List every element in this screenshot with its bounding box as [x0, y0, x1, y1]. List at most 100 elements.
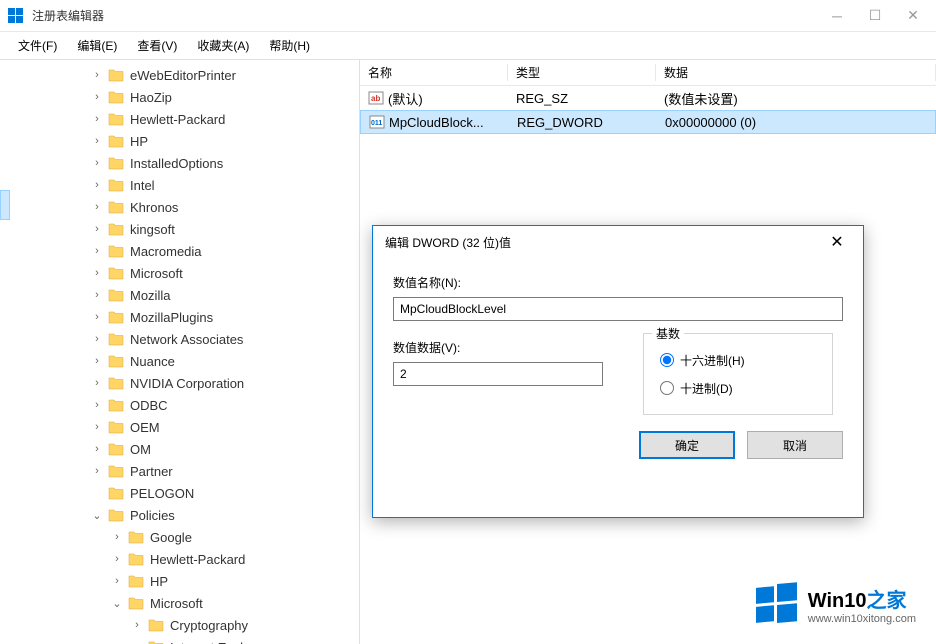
radio-hex-input[interactable] [660, 353, 674, 367]
chevron-icon[interactable]: › [130, 619, 144, 631]
tree-label: Khronos [130, 200, 178, 215]
chevron-icon[interactable]: › [90, 135, 104, 147]
dialog-close-button[interactable]: ✕ [823, 228, 851, 256]
tree-label: OEM [130, 420, 160, 435]
chevron-icon[interactable]: › [90, 311, 104, 323]
chevron-icon[interactable]: › [90, 333, 104, 345]
tree-node[interactable]: › Hewlett-Packard [0, 548, 266, 570]
tree-node[interactable]: ›Partner [0, 460, 266, 482]
tree-label: kingsoft [130, 222, 175, 237]
tree-node[interactable]: › MozillaPlugins [0, 306, 266, 328]
watermark-title: Win10之家 [808, 584, 916, 613]
dialog-titlebar[interactable]: 编辑 DWORD (32 位)值 ✕ [373, 226, 863, 258]
tree-node[interactable]: ›HP [0, 570, 266, 592]
tree-label: Microsoft [150, 596, 203, 611]
tree-node[interactable]: › Network Associates [0, 328, 266, 350]
col-header-type[interactable]: 类型 [508, 64, 656, 81]
tree-node[interactable]: ›Macromedia [0, 240, 266, 262]
tree-node[interactable]: ›Internet Explorer [0, 636, 266, 644]
chevron-icon[interactable]: › [110, 531, 124, 543]
chevron-icon[interactable]: › [90, 399, 104, 411]
minimize-button[interactable]: ─ [830, 9, 844, 23]
tree-label: Network Associates [130, 332, 243, 347]
tree-node[interactable]: ›InstalledOptions [0, 152, 266, 174]
menu-file[interactable]: 文件(F) [8, 33, 67, 58]
col-header-name[interactable]: 名称 [360, 64, 508, 81]
tree-node[interactable]: ⌄ Microsoft [0, 592, 266, 614]
tree-node[interactable]: › Nuance [0, 350, 266, 372]
value-type: REG_DWORD [509, 115, 657, 130]
ok-button[interactable]: 确定 [639, 431, 735, 459]
tree-node[interactable]: › OEM [0, 416, 266, 438]
menu-view[interactable]: 查看(V) [127, 33, 187, 58]
chevron-icon[interactable]: › [90, 267, 104, 279]
tree-label: Microsoft [130, 266, 183, 281]
maximize-button[interactable]: ☐ [868, 9, 882, 23]
tree-node[interactable]: › Google [0, 526, 266, 548]
tree-label: Google [150, 530, 192, 545]
tree-node[interactable]: ›Hewlett-Packard [0, 108, 266, 130]
chevron-icon[interactable]: › [90, 421, 104, 433]
tree-node[interactable]: ›OM [0, 438, 266, 460]
chevron-icon[interactable]: › [90, 245, 104, 257]
col-header-data[interactable]: 数据 [656, 64, 936, 81]
tree-label: PELOGON [130, 486, 194, 501]
tree-node[interactable]: ›HP [0, 130, 266, 152]
chevron-icon[interactable]: ⌄ [110, 597, 124, 610]
radio-hex[interactable]: 十六进制(H) [660, 346, 816, 374]
chevron-icon[interactable]: › [90, 465, 104, 477]
chevron-icon[interactable]: › [110, 575, 124, 587]
tree-node[interactable]: ›Cryptography [0, 614, 266, 636]
menu-help[interactable]: 帮助(H) [259, 33, 320, 58]
svg-text:011: 011 [371, 120, 382, 127]
tree-label: eWebEditorPrinter [130, 68, 236, 83]
cancel-button[interactable]: 取消 [747, 431, 843, 459]
watermark: Win10之家 www.win10xitong.com [754, 582, 916, 626]
tree-node[interactable]: ›Intel [0, 174, 266, 196]
tree-node[interactable]: ›Mozilla [0, 284, 266, 306]
tree-label: Hewlett-Packard [150, 552, 245, 567]
chevron-icon[interactable]: › [90, 289, 104, 301]
chevron-icon[interactable]: › [90, 69, 104, 81]
tree-label: ODBC [130, 398, 168, 413]
chevron-icon[interactable]: ⌄ [90, 509, 104, 522]
chevron-icon[interactable]: › [90, 443, 104, 455]
chevron-icon[interactable]: › [90, 201, 104, 213]
chevron-icon[interactable]: › [90, 179, 104, 191]
value-name: MpCloudBlock... [389, 115, 484, 130]
tree-label: Nuance [130, 354, 175, 369]
edit-dword-dialog: 编辑 DWORD (32 位)值 ✕ 数值名称(N): 数值数据(V): 基数 … [372, 225, 864, 518]
tree-node[interactable]: ›NVIDIA Corporation [0, 372, 266, 394]
value-data: 0x00000000 (0) [657, 115, 935, 130]
chevron-icon[interactable]: › [90, 223, 104, 235]
registry-tree: ›eWebEditorPrinter›HaoZip›Hewlett-Packar… [0, 60, 266, 644]
menu-favorites[interactable]: 收藏夹(A) [187, 33, 259, 58]
tree-node[interactable]: › Khronos [0, 196, 266, 218]
close-button[interactable]: ✕ [906, 9, 920, 23]
list-row[interactable]: 011 MpCloudBlock... REG_DWORD0x00000000 (0… [360, 110, 936, 134]
menubar: 文件(F) 编辑(E) 查看(V) 收藏夹(A) 帮助(H) [0, 32, 936, 60]
tree-node[interactable]: › Microsoft [0, 262, 266, 284]
tree-node[interactable]: PELOGON [0, 482, 266, 504]
tree-panel[interactable]: ›eWebEditorPrinter›HaoZip›Hewlett-Packar… [0, 60, 360, 644]
regedit-icon [8, 8, 24, 24]
dword-value-icon: 011 [369, 114, 385, 130]
tree-node[interactable]: ⌄Policies [0, 504, 266, 526]
chevron-icon[interactable]: › [90, 157, 104, 169]
chevron-icon[interactable]: › [90, 355, 104, 367]
value-data-input[interactable] [393, 362, 603, 386]
tree-node[interactable]: › ODBC [0, 394, 266, 416]
radio-dec-input[interactable] [660, 381, 674, 395]
menu-edit[interactable]: 编辑(E) [67, 33, 127, 58]
radio-dec[interactable]: 十进制(D) [660, 374, 816, 402]
watermark-url: www.win10xitong.com [808, 613, 916, 625]
tree-node[interactable]: › eWebEditorPrinter [0, 64, 266, 86]
chevron-icon[interactable]: › [90, 113, 104, 125]
chevron-icon[interactable]: › [90, 91, 104, 103]
tree-node[interactable]: › kingsoft [0, 218, 266, 240]
chevron-icon[interactable]: › [90, 377, 104, 389]
list-row[interactable]: ab(默认)REG_SZ(数值未设置) [360, 86, 936, 110]
chevron-icon[interactable]: › [110, 553, 124, 565]
tree-label: MozillaPlugins [130, 310, 213, 325]
tree-node[interactable]: ›HaoZip [0, 86, 266, 108]
